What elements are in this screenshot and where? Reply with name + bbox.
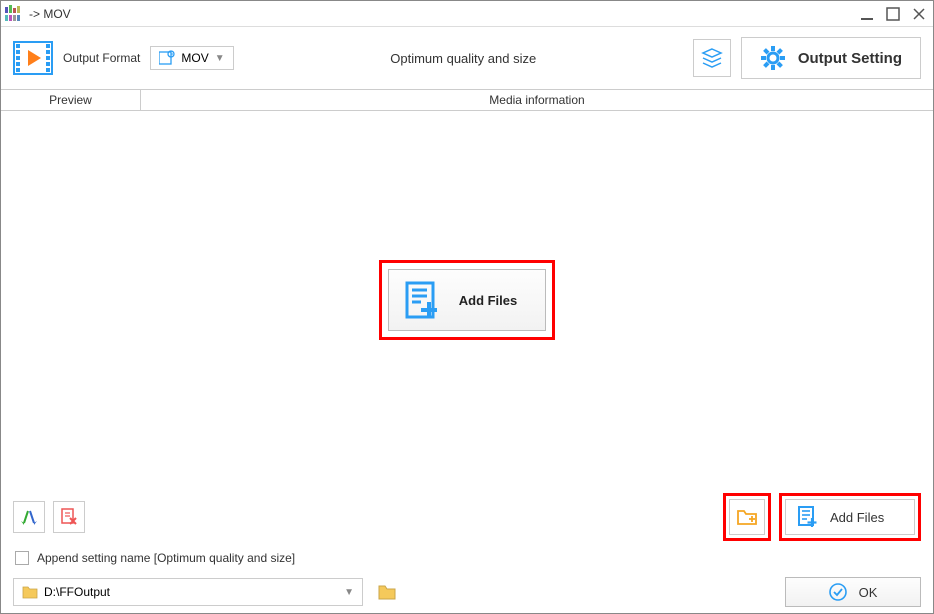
video-logo-icon xyxy=(13,38,53,78)
bottom-toolbar: Add Files xyxy=(1,489,933,545)
quality-text: Optimum quality and size xyxy=(244,51,683,66)
format-select[interactable]: MOV ▼ xyxy=(150,46,233,70)
title-bar: -> MOV xyxy=(1,1,933,27)
add-folder-button[interactable] xyxy=(729,499,765,535)
add-files-bottom-highlight: Add Files xyxy=(779,493,921,541)
folder-add-highlight xyxy=(723,493,771,541)
output-path-select[interactable]: D:\FFOutput ▼ xyxy=(13,578,363,606)
mov-format-icon xyxy=(159,50,175,66)
chevron-down-icon: ▼ xyxy=(344,587,354,598)
check-circle-icon xyxy=(829,583,847,601)
output-setting-label: Output Setting xyxy=(798,50,902,67)
layers-button[interactable] xyxy=(693,39,731,77)
ok-button[interactable]: OK xyxy=(785,577,921,607)
append-setting-label: Append setting name [Optimum quality and… xyxy=(37,551,295,565)
column-preview: Preview xyxy=(1,90,141,110)
output-path-row: D:\FFOutput ▼ OK xyxy=(1,571,933,613)
add-files-bottom-button[interactable]: Add Files xyxy=(785,499,915,535)
add-files-highlight: Add Files xyxy=(379,260,556,340)
delete-button[interactable] xyxy=(53,501,85,533)
add-files-main-button[interactable]: Add Files xyxy=(388,269,547,331)
browse-folder-button[interactable] xyxy=(373,578,401,606)
folder-icon xyxy=(377,583,397,601)
add-file-icon xyxy=(403,280,443,320)
output-setting-button[interactable]: Output Setting xyxy=(741,37,921,79)
folder-icon xyxy=(22,585,38,599)
output-format-label: Output Format xyxy=(63,51,140,65)
toolbar: Output Format MOV ▼ Optimum quality and … xyxy=(1,27,933,89)
chevron-down-icon: ▼ xyxy=(215,53,225,64)
output-path-value: D:\FFOutput xyxy=(44,585,110,599)
add-files-main-label: Add Files xyxy=(459,293,518,308)
folder-add-icon xyxy=(736,507,758,527)
append-setting-row: Append setting name [Optimum quality and… xyxy=(1,545,933,571)
column-headers: Preview Media information xyxy=(1,89,933,111)
delete-file-icon xyxy=(59,507,79,527)
window-controls xyxy=(857,4,929,24)
merge-icon xyxy=(19,507,39,527)
main-area: Add Files xyxy=(1,111,933,489)
layers-icon xyxy=(701,47,723,69)
app-icon xyxy=(5,5,23,23)
maximize-button[interactable] xyxy=(883,4,903,24)
close-button[interactable] xyxy=(909,4,929,24)
column-media-info: Media information xyxy=(141,93,933,107)
gear-icon xyxy=(760,45,786,71)
add-file-icon xyxy=(796,505,820,529)
merge-button[interactable] xyxy=(13,501,45,533)
minimize-button[interactable] xyxy=(857,4,877,24)
add-files-bottom-label: Add Files xyxy=(830,510,884,525)
append-setting-checkbox[interactable] xyxy=(15,551,29,565)
window-title: -> MOV xyxy=(29,7,857,21)
format-value: MOV xyxy=(181,51,208,65)
ok-label: OK xyxy=(859,585,878,600)
